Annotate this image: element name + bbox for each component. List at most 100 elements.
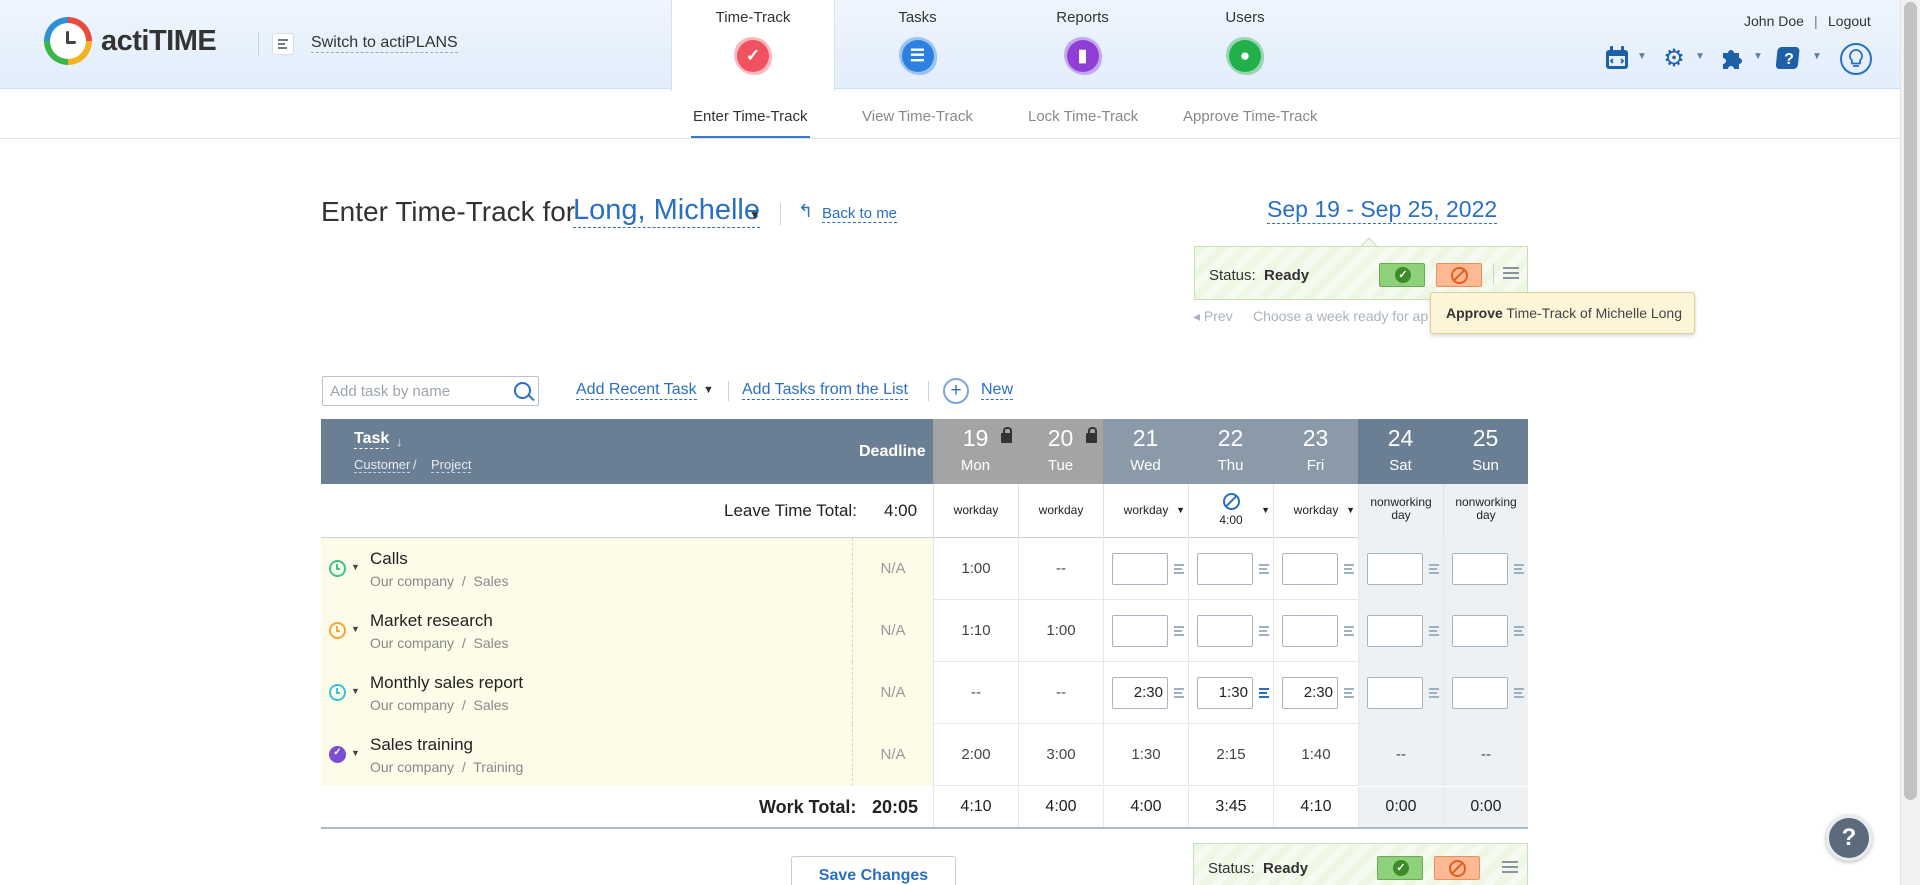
- calendar-icon[interactable]: [1603, 45, 1631, 73]
- chevron-down-icon[interactable]: ▼: [1695, 51, 1705, 62]
- caret-down-icon[interactable]: ▼: [351, 748, 360, 758]
- day-cell[interactable]: 1:30: [1188, 662, 1273, 724]
- day-cell[interactable]: 2:30: [1273, 662, 1358, 724]
- task-name[interactable]: Calls: [370, 549, 408, 569]
- clock-icon[interactable]: [329, 684, 346, 701]
- chevron-down-icon[interactable]: ▼: [1753, 51, 1763, 62]
- puzzle-icon[interactable]: [1718, 45, 1746, 73]
- comment-icon[interactable]: [1344, 626, 1355, 636]
- time-input[interactable]: [1452, 553, 1508, 585]
- comment-icon[interactable]: [1429, 626, 1440, 636]
- comment-icon[interactable]: [1174, 626, 1185, 636]
- subtab-enter-time-track[interactable]: Enter Time-Track: [693, 108, 807, 125]
- approve-button[interactable]: ✓: [1379, 263, 1425, 287]
- day-cell[interactable]: [1273, 600, 1358, 662]
- save-changes-button[interactable]: Save Changes: [791, 856, 956, 885]
- switch-to-actiplans-link[interactable]: Switch to actiPLANS: [311, 34, 458, 53]
- reject-button[interactable]: [1434, 856, 1480, 880]
- day-cell[interactable]: [1188, 538, 1273, 600]
- gear-icon[interactable]: ⚙: [1660, 45, 1688, 73]
- time-input[interactable]: [1112, 615, 1168, 647]
- comment-icon[interactable]: [1174, 564, 1185, 574]
- day-cell[interactable]: 2:30: [1103, 662, 1188, 724]
- clock-icon[interactable]: [329, 560, 346, 577]
- comment-icon[interactable]: [1429, 564, 1440, 574]
- time-input[interactable]: [1367, 615, 1423, 647]
- tab-reports[interactable]: Reports ▮: [1000, 0, 1165, 90]
- day-cell[interactable]: [1103, 600, 1188, 662]
- time-input[interactable]: [1282, 553, 1338, 585]
- search-input[interactable]: [330, 378, 505, 404]
- reject-button[interactable]: [1436, 263, 1482, 287]
- tab-users[interactable]: Users ●: [1165, 0, 1325, 90]
- back-to-me-link[interactable]: Back to me: [822, 205, 898, 223]
- search-icon[interactable]: [514, 382, 531, 399]
- leave-cell-fri[interactable]: workday ▼: [1273, 484, 1358, 538]
- task-name[interactable]: Sales training: [370, 735, 473, 755]
- time-input[interactable]: [1367, 553, 1423, 585]
- back-arrow-icon[interactable]: ↰: [798, 201, 813, 222]
- chevron-down-icon[interactable]: ▼: [1812, 51, 1822, 62]
- add-task-search[interactable]: [322, 376, 539, 406]
- subtab-lock-time-track[interactable]: Lock Time-Track: [1028, 108, 1138, 125]
- task-column-header[interactable]: Task: [354, 430, 390, 449]
- time-input[interactable]: [1112, 553, 1168, 585]
- comment-icon[interactable]: [1259, 688, 1270, 698]
- day-cell[interactable]: [1358, 600, 1443, 662]
- comment-icon[interactable]: [1514, 688, 1525, 698]
- tab-tasks[interactable]: Tasks ☰: [835, 0, 1000, 90]
- day-cell[interactable]: [1358, 538, 1443, 600]
- caret-down-icon[interactable]: ▼: [1176, 505, 1185, 515]
- caret-down-icon[interactable]: ▼: [351, 624, 360, 634]
- caret-down-icon[interactable]: ▼: [351, 562, 360, 572]
- day-cell[interactable]: [1103, 538, 1188, 600]
- actitime-logo-icon[interactable]: [44, 17, 92, 65]
- time-input[interactable]: 1:30: [1197, 677, 1253, 709]
- task-name[interactable]: Monthly sales report: [370, 673, 523, 693]
- list-icon[interactable]: [1503, 266, 1521, 282]
- day-cell[interactable]: [1443, 662, 1528, 724]
- time-input[interactable]: [1282, 615, 1338, 647]
- time-input[interactable]: 2:30: [1112, 677, 1168, 709]
- tab-time-track[interactable]: Time-Track ✓: [671, 0, 835, 91]
- sort-down-icon[interactable]: ↓: [396, 434, 403, 449]
- comment-icon[interactable]: [1344, 688, 1355, 698]
- time-input[interactable]: [1452, 677, 1508, 709]
- comment-icon[interactable]: [1259, 626, 1270, 636]
- user-selector[interactable]: Long, Michelle: [573, 193, 760, 228]
- caret-down-icon[interactable]: ▼: [1261, 505, 1270, 515]
- caret-down-icon[interactable]: ▼: [703, 384, 714, 396]
- prev-week-link[interactable]: ◂ Prev: [1193, 308, 1233, 325]
- leave-cell-wed[interactable]: workday ▼: [1103, 484, 1188, 538]
- day-cell[interactable]: [1443, 600, 1528, 662]
- vertical-scrollbar[interactable]: [1900, 0, 1920, 885]
- time-input[interactable]: 2:30: [1282, 677, 1338, 709]
- scrollbar-thumb[interactable]: [1904, 2, 1917, 800]
- clock-icon[interactable]: [329, 622, 346, 639]
- caret-down-icon[interactable]: ▼: [749, 208, 761, 222]
- comment-icon[interactable]: [1259, 564, 1270, 574]
- user-name[interactable]: John Doe: [1744, 13, 1804, 29]
- approve-button[interactable]: ✓: [1377, 856, 1423, 880]
- chevron-down-icon[interactable]: ▼: [1637, 51, 1647, 62]
- week-selector[interactable]: Sep 19 - Sep 25, 2022: [1267, 196, 1498, 224]
- lightbulb-icon[interactable]: [1840, 43, 1872, 75]
- day-cell[interactable]: [1443, 538, 1528, 600]
- completed-check-icon[interactable]: ✓: [329, 746, 346, 763]
- logo-text[interactable]: actiTIME: [101, 25, 217, 58]
- time-input[interactable]: [1197, 615, 1253, 647]
- add-tasks-from-list-link[interactable]: Add Tasks from the List: [742, 381, 908, 400]
- customer-sort-link[interactable]: Customer: [354, 457, 411, 473]
- comment-icon[interactable]: [1514, 564, 1525, 574]
- task-name[interactable]: Market research: [370, 611, 493, 631]
- plus-circle-icon[interactable]: +: [943, 378, 969, 404]
- day-cell[interactable]: [1358, 662, 1443, 724]
- comment-icon[interactable]: [1174, 688, 1185, 698]
- subtab-approve-time-track[interactable]: Approve Time-Track: [1183, 108, 1317, 125]
- comment-icon[interactable]: [1429, 688, 1440, 698]
- project-sort-link[interactable]: Project: [431, 457, 472, 473]
- caret-down-icon[interactable]: ▼: [351, 686, 360, 696]
- time-input[interactable]: [1367, 677, 1423, 709]
- help-button[interactable]: ?: [1826, 815, 1872, 861]
- actiplans-icon[interactable]: [272, 33, 294, 55]
